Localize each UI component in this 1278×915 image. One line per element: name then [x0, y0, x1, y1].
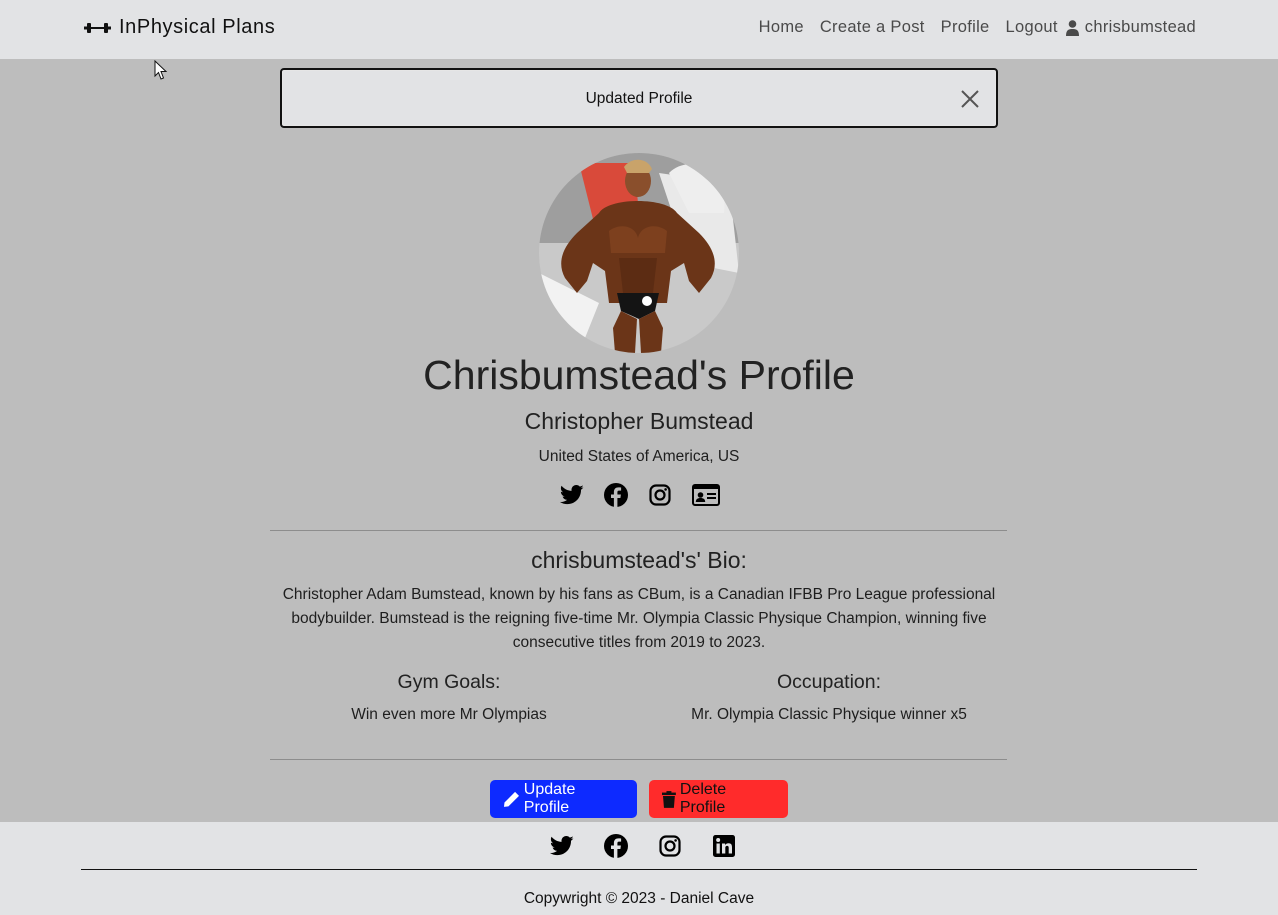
- linkedin-icon[interactable]: [707, 834, 741, 858]
- profile-location: United States of America, US: [538, 448, 740, 465]
- brand-link[interactable]: InPhysical Plans: [84, 16, 275, 39]
- copyright-text: Copywright © 2023 - Daniel Cave: [523, 890, 755, 907]
- divider: [270, 530, 1007, 531]
- dumbbell-icon: [84, 22, 111, 33]
- profile-avatar: [539, 153, 739, 353]
- twitter-icon[interactable]: [545, 834, 579, 858]
- brand-name: InPhysical Plans: [119, 16, 276, 38]
- instagram-icon[interactable]: [648, 482, 672, 508]
- nav-username: chrisbumstead: [1084, 18, 1196, 36]
- footer-social-links: [545, 834, 741, 858]
- nav-profile[interactable]: Profile: [941, 18, 990, 37]
- twitter-icon[interactable]: [560, 482, 584, 508]
- occupation-value: Mr. Olympia Classic Physique winner x5: [691, 706, 967, 723]
- nav-create-post[interactable]: Create a Post: [820, 18, 925, 37]
- footer: Copywright © 2023 - Daniel Cave: [0, 822, 1278, 915]
- divider: [270, 759, 1007, 760]
- nav-links: Home Create a Post Profile Logout chrisb…: [759, 18, 1196, 37]
- footer-divider: [81, 869, 1197, 870]
- occupation-label: Occupation:: [776, 671, 882, 693]
- delete-profile-label: Delete Profile: [679, 781, 727, 816]
- update-profile-label: Update Profile: [523, 781, 576, 816]
- nav-home[interactable]: Home: [759, 18, 804, 37]
- alert-message: Updated Profile: [585, 90, 693, 107]
- success-alert: Updated Profile: [280, 68, 998, 128]
- bio-title: chrisbumstead's' Bio:: [531, 547, 747, 573]
- facebook-icon[interactable]: [599, 834, 633, 858]
- bio-text: Christopher Adam Bumstead, known by his …: [282, 586, 996, 651]
- profile-full-name: Christopher Bumstead: [524, 408, 754, 434]
- id-card-icon[interactable]: [692, 482, 720, 508]
- occupation-section: Occupation: Mr. Olympia Classic Physique…: [639, 671, 1019, 724]
- trash-icon: [662, 790, 676, 808]
- mouse-cursor-icon: [154, 60, 168, 80]
- gym-goals-value: Win even more Mr Olympias: [351, 706, 547, 723]
- user-icon: [1065, 19, 1079, 36]
- update-profile-button[interactable]: Update Profile: [490, 780, 637, 818]
- navbar: InPhysical Plans Home Create a Post Prof…: [0, 0, 1278, 59]
- nav-logout[interactable]: Logout: [1006, 18, 1058, 37]
- delete-profile-button[interactable]: Delete Profile: [649, 780, 788, 818]
- close-icon[interactable]: [960, 89, 980, 109]
- pencil-icon: [503, 791, 520, 807]
- gym-goals-label: Gym Goals:: [397, 671, 501, 693]
- facebook-icon[interactable]: [604, 482, 628, 508]
- profile-title: Chrisbumstead's Profile: [423, 352, 855, 398]
- instagram-icon[interactable]: [653, 834, 687, 858]
- nav-user[interactable]: chrisbumstead: [1065, 18, 1196, 37]
- profile-social-links: [560, 482, 720, 508]
- gym-goals-section: Gym Goals: Win even more Mr Olympias: [259, 671, 639, 724]
